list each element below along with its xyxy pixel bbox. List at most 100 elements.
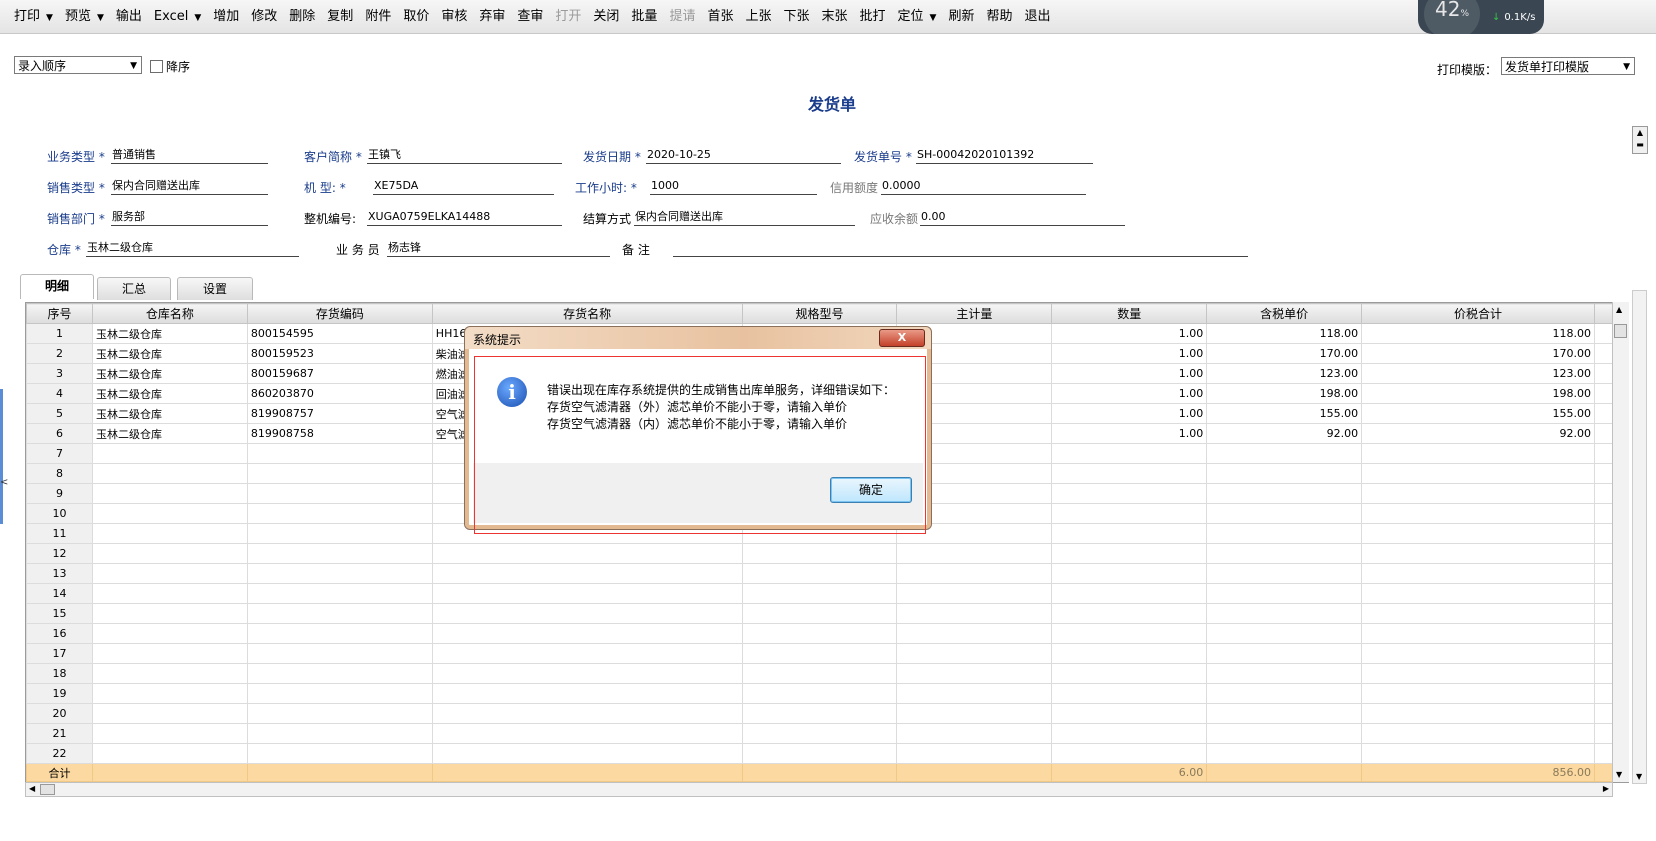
table-cell[interactable] <box>1361 563 1595 584</box>
toolbar-button[interactable]: 批量 <box>625 5 663 29</box>
table-cell[interactable] <box>1051 683 1208 704</box>
table-cell[interactable] <box>1206 563 1363 584</box>
toolbar-button[interactable]: 复制 <box>321 5 359 29</box>
table-cell[interactable] <box>431 743 743 764</box>
table-cell[interactable]: 13 <box>26 563 93 584</box>
table-cell[interactable] <box>1206 503 1363 524</box>
table-cell[interactable] <box>431 683 743 704</box>
table-cell[interactable] <box>246 563 433 584</box>
column-header[interactable]: 仓库名称 <box>91 303 248 324</box>
tab-detail[interactable]: 明细 <box>20 274 94 299</box>
arrow-down-icon[interactable]: ▼ <box>1616 770 1622 779</box>
table-cell[interactable]: 1.00 <box>1051 423 1208 444</box>
table-row[interactable]: 14 <box>26 583 1628 604</box>
table-cell[interactable] <box>741 643 898 664</box>
table-cell[interactable] <box>896 703 1053 724</box>
table-cell[interactable]: 155.00 <box>1206 403 1363 424</box>
chevron-down-icon[interactable]: ▼ <box>930 13 937 23</box>
table-cell[interactable] <box>91 663 248 684</box>
table-cell[interactable] <box>741 603 898 624</box>
toolbar-button[interactable]: 定位 ▼ <box>892 5 943 29</box>
table-cell[interactable] <box>91 603 248 624</box>
descending-checkbox[interactable]: 降序 <box>150 58 190 75</box>
table-cell[interactable] <box>91 503 248 524</box>
table-cell[interactable] <box>246 643 433 664</box>
table-cell[interactable]: 1.00 <box>1051 403 1208 424</box>
table-cell[interactable]: 819908758 <box>246 423 433 444</box>
table-cell[interactable] <box>1051 723 1208 744</box>
ship-date-field[interactable]: 2020-10-25 <box>646 147 841 164</box>
page-scroll-up[interactable]: ▲ ▬ <box>1632 126 1648 154</box>
table-cell[interactable]: 1.00 <box>1051 343 1208 364</box>
table-cell[interactable] <box>896 643 1053 664</box>
table-cell[interactable] <box>1051 583 1208 604</box>
toolbar-button[interactable]: 审核 <box>435 5 473 29</box>
salesperson-field[interactable]: 杨志锋 <box>387 240 610 257</box>
table-cell[interactable] <box>1051 483 1208 504</box>
table-cell[interactable] <box>1206 443 1363 464</box>
model-field[interactable]: XE75DA <box>373 178 554 195</box>
table-cell[interactable] <box>1051 503 1208 524</box>
table-cell[interactable]: 170.00 <box>1206 343 1363 364</box>
table-cell[interactable] <box>1206 643 1363 664</box>
table-cell[interactable]: 17 <box>26 643 93 664</box>
arrow-left-icon[interactable]: ◀ <box>29 784 35 793</box>
table-cell[interactable] <box>741 743 898 764</box>
table-cell[interactable] <box>1206 523 1363 544</box>
table-cell[interactable]: 198.00 <box>1206 383 1363 404</box>
table-cell[interactable] <box>1051 543 1208 564</box>
table-cell[interactable]: 1.00 <box>1051 363 1208 384</box>
table-row[interactable]: 15 <box>26 603 1628 624</box>
table-cell[interactable]: 玉林二级仓库 <box>91 403 248 424</box>
table-cell[interactable] <box>91 683 248 704</box>
table-cell[interactable] <box>1361 583 1595 604</box>
grid-vertical-scrollbar[interactable]: ▲ ▼ <box>1612 302 1629 782</box>
table-cell[interactable] <box>431 663 743 684</box>
column-header[interactable]: 规格型号 <box>741 303 898 324</box>
table-cell[interactable] <box>246 663 433 684</box>
table-row[interactable]: 12 <box>26 543 1628 564</box>
table-cell[interactable] <box>896 583 1053 604</box>
grid-hscroll-thumb[interactable] <box>40 784 55 795</box>
table-cell[interactable] <box>431 723 743 744</box>
table-cell[interactable] <box>741 563 898 584</box>
table-row[interactable]: 19 <box>26 683 1628 704</box>
table-cell[interactable] <box>246 583 433 604</box>
table-cell[interactable] <box>91 743 248 764</box>
table-cell[interactable] <box>741 703 898 724</box>
table-cell[interactable] <box>246 703 433 724</box>
biz-type-field[interactable]: 普通销售 <box>111 147 268 164</box>
table-cell[interactable] <box>246 503 433 524</box>
toolbar-button[interactable]: 批打 <box>854 5 892 29</box>
table-cell[interactable] <box>1051 643 1208 664</box>
table-cell[interactable] <box>1206 723 1363 744</box>
toolbar-button[interactable]: 修改 <box>245 5 283 29</box>
table-cell[interactable] <box>1206 663 1363 684</box>
arrow-right-icon[interactable]: ▶ <box>1603 784 1609 793</box>
arrow-up-icon[interactable]: ▲ <box>1616 305 1622 314</box>
table-cell[interactable]: 5 <box>26 403 93 424</box>
toolbar-button[interactable]: 取价 <box>397 5 435 29</box>
settlement-field[interactable]: 保内合同赠送出库 <box>634 209 855 226</box>
table-cell[interactable] <box>91 703 248 724</box>
table-cell[interactable] <box>741 683 898 704</box>
column-header[interactable]: 数量 <box>1051 303 1208 324</box>
table-cell[interactable] <box>1206 463 1363 484</box>
table-cell[interactable] <box>431 643 743 664</box>
page-vertical-scrollbar[interactable]: ▼ <box>1632 290 1647 784</box>
table-cell[interactable] <box>1051 663 1208 684</box>
grid-scroll-thumb[interactable] <box>1614 324 1627 338</box>
table-cell[interactable]: 3 <box>26 363 93 384</box>
table-cell[interactable] <box>1361 503 1595 524</box>
checkbox-box[interactable] <box>150 60 163 73</box>
column-header[interactable]: 存货编码 <box>246 303 433 324</box>
table-cell[interactable] <box>1361 443 1595 464</box>
table-cell[interactable]: 11 <box>26 523 93 544</box>
toolbar-button[interactable]: 打开 <box>549 5 587 29</box>
toolbar-button[interactable]: 查审 <box>511 5 549 29</box>
table-cell[interactable] <box>246 483 433 504</box>
table-cell[interactable]: 玉林二级仓库 <box>91 383 248 404</box>
table-cell[interactable] <box>896 563 1053 584</box>
table-cell[interactable] <box>91 563 248 584</box>
table-cell[interactable] <box>1361 523 1595 544</box>
